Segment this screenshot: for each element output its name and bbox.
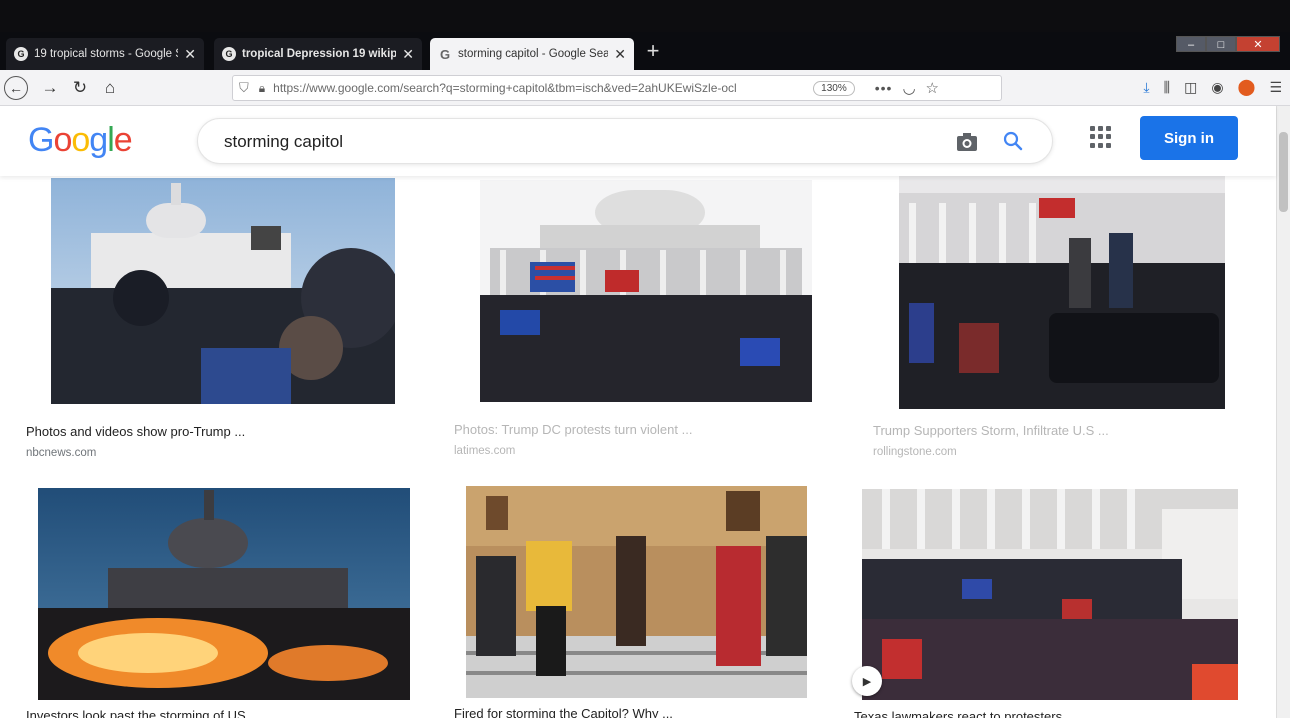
result-title[interactable]: Investors look past the storming of US .…	[26, 708, 260, 718]
address-bar[interactable]: ⛉ 🔒︎ https://www.google.com/search?q=sto…	[232, 75, 1002, 101]
video-play-icon[interactable]: ▶	[852, 666, 882, 696]
page-content: Google Sign in	[0, 106, 1290, 718]
close-tab-icon[interactable]: ✕	[402, 46, 414, 63]
apps-grid-icon[interactable]	[1090, 126, 1112, 148]
google-favicon-icon: G	[14, 47, 28, 61]
close-tab-icon[interactable]: ✕	[184, 46, 196, 63]
result-image-1[interactable]	[51, 178, 395, 404]
new-tab-button[interactable]: +	[642, 40, 664, 62]
extension-icon[interactable]: ⬤	[1238, 77, 1256, 97]
close-tab-icon[interactable]: ✕	[614, 46, 626, 63]
library-icon[interactable]: ⫼	[1164, 79, 1170, 96]
result-source[interactable]: nbcnews.com	[26, 447, 96, 459]
google-favicon-icon: G	[439, 46, 451, 62]
menu-icon[interactable]: ☰	[1269, 79, 1282, 96]
shield-icon[interactable]: ⛉	[239, 80, 249, 96]
scrollbar-thumb[interactable]	[1279, 132, 1288, 212]
result-image-6[interactable]	[862, 489, 1238, 700]
result-image-4[interactable]	[38, 488, 410, 700]
url-text[interactable]: https://www.google.com/search?q=storming…	[273, 81, 793, 95]
back-button[interactable]: ←	[4, 76, 28, 100]
result-image-5[interactable]	[466, 486, 807, 698]
result-title[interactable]: Fired for storming the Capitol? Why ...	[454, 706, 673, 718]
tab-title: tropical Depression 19 wikiped	[242, 48, 397, 60]
zoom-level-badge[interactable]: 130%	[813, 80, 855, 96]
tab-title: storming capitol - Google Sear	[458, 48, 609, 60]
close-window-button[interactable]: ✕	[1236, 36, 1280, 52]
result-image-3[interactable]	[899, 173, 1225, 409]
vertical-scrollbar[interactable]	[1276, 106, 1290, 718]
page-actions-icon[interactable]: •••	[875, 80, 893, 96]
sign-in-button[interactable]: Sign in	[1140, 116, 1238, 160]
forward-button[interactable]: →	[36, 74, 64, 102]
tab-tropical-storms[interactable]: G 19 tropical storms - Google Se ✕	[6, 38, 204, 70]
result-title[interactable]: Photos: Trump DC protests turn violent .…	[454, 422, 692, 437]
result-source[interactable]: rollingstone.com	[873, 446, 957, 458]
navigation-toolbar: ← → ↻ ⌂ ⛉ 🔒︎ https://www.google.com/sear…	[0, 70, 1290, 106]
tab-storming-capitol[interactable]: G storming capitol - Google Sear ✕	[430, 38, 634, 70]
google-header: Google Sign in	[0, 106, 1276, 176]
tab-strip: G 19 tropical storms - Google Se ✕ G tro…	[0, 32, 1290, 70]
search-icon[interactable]	[1002, 130, 1024, 152]
search-input[interactable]	[224, 129, 884, 155]
pocket-icon[interactable]: ◡	[902, 79, 915, 97]
sidebar-icon[interactable]: ◫	[1184, 79, 1197, 96]
download-icon[interactable]: ⤓	[1143, 79, 1149, 96]
maximize-button[interactable]: □	[1206, 36, 1236, 52]
lock-icon[interactable]: 🔒︎	[259, 81, 265, 96]
tab-title: 19 tropical storms - Google Se	[34, 48, 179, 60]
home-button[interactable]: ⌂	[96, 74, 124, 102]
search-box	[197, 118, 1053, 164]
result-source[interactable]: latimes.com	[454, 445, 515, 457]
window-controls: – □ ✕	[1176, 36, 1280, 52]
result-title[interactable]: Trump Supporters Storm, Infiltrate U.S .…	[873, 423, 1109, 438]
result-image-2[interactable]	[480, 180, 812, 402]
reload-button[interactable]: ↻	[66, 74, 94, 102]
bookmark-star-icon[interactable]: ☆	[926, 79, 939, 97]
result-title[interactable]: Photos and videos show pro-Trump ...	[26, 424, 245, 439]
tab-tropical-depression[interactable]: G tropical Depression 19 wikiped ✕	[214, 38, 422, 70]
google-favicon-icon: G	[222, 47, 236, 61]
minimize-button[interactable]: –	[1176, 36, 1206, 52]
toolbar-icons: ⤓ ⫼ ◫ ◉ ⬤ ☰	[1143, 77, 1282, 97]
camera-icon[interactable]	[956, 132, 978, 152]
google-logo[interactable]: Google	[28, 121, 133, 160]
account-icon[interactable]: ◉	[1211, 79, 1223, 96]
result-title[interactable]: Texas lawmakers react to protesters ...	[854, 709, 1077, 718]
